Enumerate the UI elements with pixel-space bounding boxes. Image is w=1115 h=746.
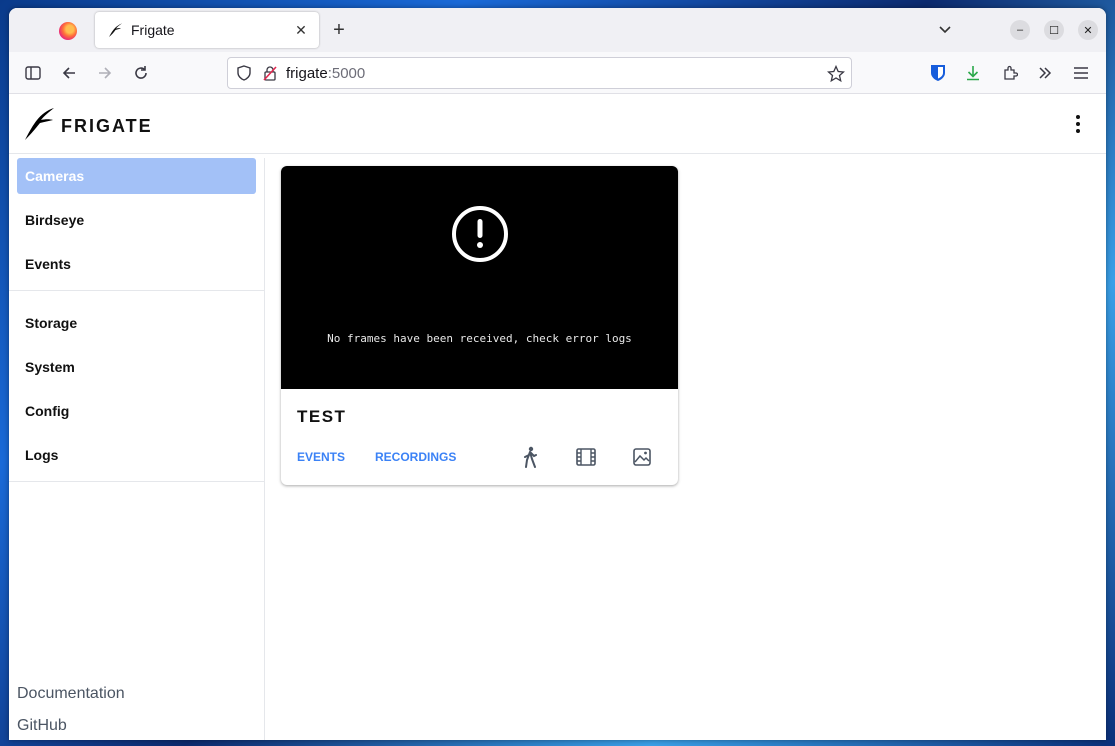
reload-icon[interactable]: [129, 61, 153, 85]
sidebar: Cameras Birdseye Events Storage System C…: [9, 158, 265, 740]
back-icon[interactable]: [57, 61, 81, 85]
sidebar-item-storage[interactable]: Storage: [17, 305, 256, 341]
brand-name: FRIGATE: [61, 116, 153, 136]
forward-icon[interactable]: [93, 61, 117, 85]
camera-preview[interactable]: No frames have been received, check erro…: [281, 166, 678, 389]
film-icon[interactable]: [574, 445, 598, 469]
navigation-bar: frigate:5000: [9, 52, 1106, 94]
camera-card: No frames have been received, check erro…: [281, 166, 678, 485]
download-icon[interactable]: [961, 61, 985, 85]
extensions-icon[interactable]: [998, 61, 1022, 85]
frigate-favicon-icon: [107, 22, 123, 38]
sidebar-item-system[interactable]: System: [17, 349, 256, 385]
error-icon: [452, 206, 508, 262]
minimize-icon[interactable]: –: [1010, 20, 1030, 40]
image-icon[interactable]: [630, 445, 654, 469]
url-text: frigate:5000: [286, 65, 365, 82]
insecure-lock-icon[interactable]: [262, 65, 278, 81]
tab-frigate[interactable]: Frigate ✕: [95, 12, 319, 48]
camera-name[interactable]: TEST: [297, 407, 346, 427]
tab-strip: Frigate ✕ + – ☐ ✕: [9, 8, 1106, 52]
hamburger-menu-icon[interactable]: [1069, 61, 1093, 85]
tab-title: Frigate: [131, 22, 175, 38]
sidebar-item-birdseye[interactable]: Birdseye: [17, 202, 256, 238]
maximize-icon[interactable]: ☐: [1044, 20, 1064, 40]
app-header: FRIGATE: [9, 94, 1106, 154]
firefox-icon[interactable]: [59, 22, 77, 40]
url-port: :5000: [327, 64, 366, 82]
sidebar-item-cameras[interactable]: Cameras: [17, 158, 256, 194]
bitwarden-icon[interactable]: [926, 61, 950, 85]
more-options-icon[interactable]: [1068, 112, 1088, 136]
shield-icon[interactable]: [236, 65, 252, 81]
divider: [9, 481, 264, 482]
events-link[interactable]: EVENTS: [297, 450, 345, 464]
person-walking-icon[interactable]: [518, 445, 542, 469]
main-content: No frames have been received, check erro…: [265, 158, 1106, 740]
chevron-down-icon[interactable]: [935, 20, 955, 40]
bookmark-star-icon[interactable]: [827, 65, 845, 83]
frigate-logo-icon: [23, 106, 55, 147]
divider: [9, 290, 264, 291]
sidebar-item-events[interactable]: Events: [17, 246, 256, 282]
github-link[interactable]: GitHub: [17, 717, 67, 735]
recordings-link[interactable]: RECORDINGS: [375, 450, 456, 464]
sidebar-item-logs[interactable]: Logs: [17, 437, 256, 473]
overflow-chevron-icon[interactable]: [1033, 61, 1057, 85]
documentation-link[interactable]: Documentation: [17, 685, 125, 703]
browser-window: Frigate ✕ + – ☐ ✕ frigate:5000 FRIGATE C…: [9, 8, 1106, 740]
close-window-icon[interactable]: ✕: [1078, 20, 1098, 40]
new-tab-icon[interactable]: +: [327, 18, 351, 42]
url-bar[interactable]: frigate:5000: [227, 57, 852, 89]
error-message: No frames have been received, check erro…: [327, 332, 632, 345]
sidebar-item-config[interactable]: Config: [17, 393, 256, 429]
brand[interactable]: FRIGATE: [23, 106, 153, 147]
sidebar-toggle-icon[interactable]: [21, 61, 45, 85]
url-host: frigate: [286, 64, 328, 82]
close-tab-icon[interactable]: ✕: [289, 18, 313, 42]
